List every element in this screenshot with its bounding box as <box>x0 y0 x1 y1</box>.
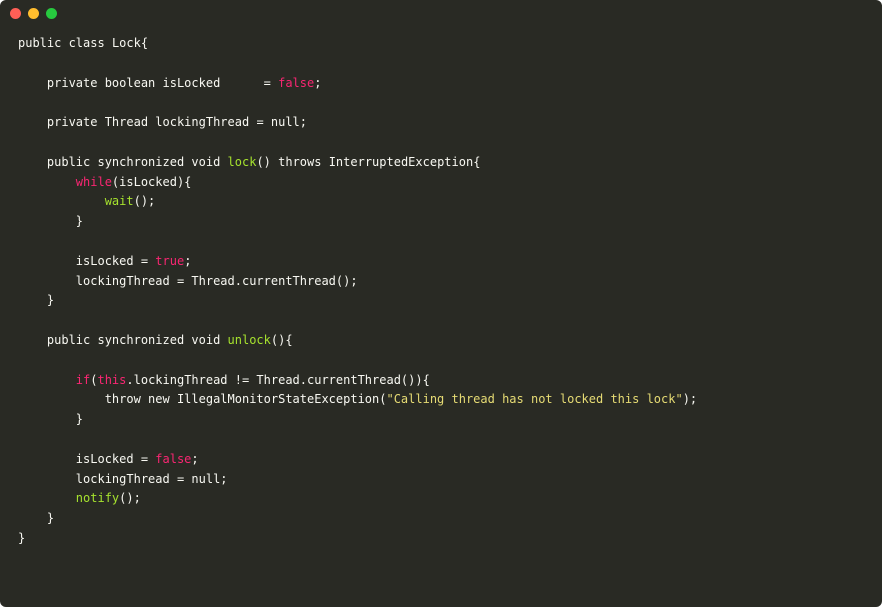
minimize-icon[interactable] <box>28 8 39 19</box>
maximize-icon[interactable] <box>46 8 57 19</box>
code-line: } <box>18 529 864 549</box>
code-line: notify(); <box>18 489 864 509</box>
code-line <box>18 133 864 153</box>
code-line <box>18 430 864 450</box>
window-titlebar <box>0 0 882 26</box>
code-line <box>18 93 864 113</box>
code-line: throw new IllegalMonitorStateException("… <box>18 390 864 410</box>
code-line <box>18 351 864 371</box>
close-icon[interactable] <box>10 8 21 19</box>
code-line: lockingThread = null; <box>18 470 864 490</box>
code-line: private boolean isLocked = false; <box>18 74 864 94</box>
code-line: lockingThread = Thread.currentThread(); <box>18 272 864 292</box>
code-line: } <box>18 291 864 311</box>
code-line: isLocked = false; <box>18 450 864 470</box>
code-line <box>18 54 864 74</box>
code-editor-content[interactable]: public class Lock{ private boolean isLoc… <box>0 26 882 567</box>
code-line: private Thread lockingThread = null; <box>18 113 864 133</box>
code-line: } <box>18 509 864 529</box>
code-line: public synchronized void unlock(){ <box>18 331 864 351</box>
code-line <box>18 311 864 331</box>
code-line: } <box>18 212 864 232</box>
code-line <box>18 232 864 252</box>
code-window: public class Lock{ private boolean isLoc… <box>0 0 882 607</box>
code-line: while(isLocked){ <box>18 173 864 193</box>
code-line: public synchronized void lock() throws I… <box>18 153 864 173</box>
code-line: public class Lock{ <box>18 34 864 54</box>
code-line: wait(); <box>18 192 864 212</box>
code-line: } <box>18 410 864 430</box>
code-line: if(this.lockingThread != Thread.currentT… <box>18 371 864 391</box>
code-line: isLocked = true; <box>18 252 864 272</box>
